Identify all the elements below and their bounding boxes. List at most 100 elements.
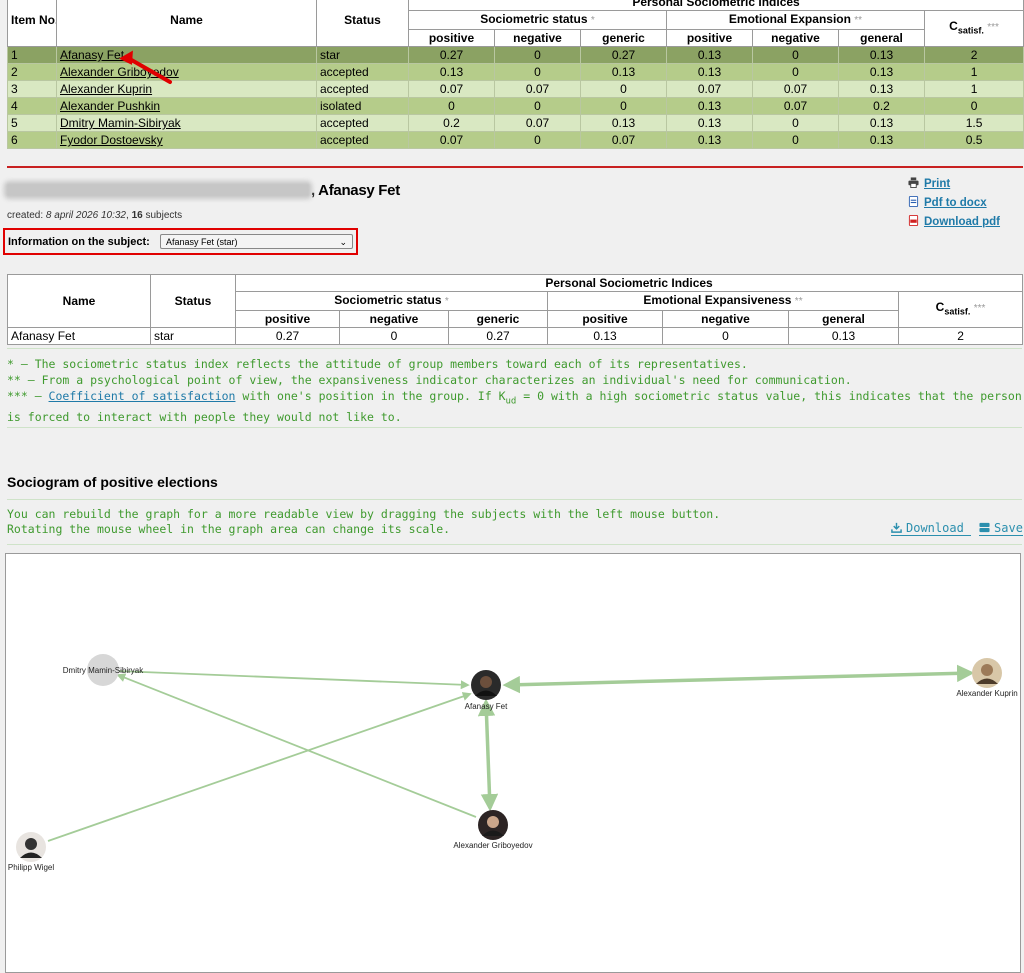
table-row[interactable]: 6 Fyodor Dostoevsky accepted 0.07 0 0.07 0.13 0… [7, 131, 1024, 149]
node-alexander-kuprin[interactable]: Alexander Kuprin [956, 658, 1018, 698]
download-graph-button[interactable]: Download [891, 521, 972, 536]
cell-value: 0.2 [838, 97, 925, 115]
cell-csat: 1 [923, 80, 1024, 98]
node-label: Dmitry Mamin-Sibiryak [63, 666, 144, 675]
cell-value: 0.27 [408, 46, 495, 64]
cell-value: 0 [408, 97, 495, 115]
save-graph-button[interactable]: Save [979, 521, 1023, 536]
cell-csat: 1 [923, 63, 1024, 81]
table-row[interactable]: 5 Dmitry Mamin-Sibiryak accepted 0.2 0.07 0.1… [7, 114, 1024, 132]
cell-name: Afanasy Fet [56, 46, 317, 64]
edge-wigel-to-fet [47, 692, 472, 842]
header-status: Status [316, 0, 409, 47]
divider [7, 544, 1022, 545]
cell-value: 0.13 [666, 63, 753, 81]
header-col: positive [408, 29, 495, 47]
created-info: created: 8 april 2026 10:32, 16 subjects [7, 210, 183, 221]
download-pdf-link[interactable]: Download pdf [908, 213, 1000, 232]
subj-header-emo: Emotional Expansiveness ** [547, 291, 899, 311]
cell-value: 0 [494, 97, 581, 115]
cell-name: Dmitry Mamin-Sibiryak [56, 114, 317, 132]
subject-select[interactable]: Afanasy Fet (star) ⌄ [160, 234, 353, 249]
cell-name: Alexander Kuprin [56, 80, 317, 98]
cell-value: 0.07 [580, 131, 667, 149]
cell-value: 0 [494, 46, 581, 64]
cell-value: 0.27 [580, 46, 667, 64]
cell-value: 0 [494, 63, 581, 81]
subject-link[interactable]: Dmitry Mamin-Sibiryak [60, 116, 181, 130]
cell-value: 0 [580, 80, 667, 98]
cell-item-no: 2 [7, 63, 57, 81]
cell-value: 0.13 [547, 327, 663, 345]
sociogram-graph[interactable]: Dmitry Mamin-Sibiryak Afanasy Fet Alexan… [5, 553, 1021, 973]
footnote-3: *** – Coefficient of satisfaction with o… [7, 389, 1022, 425]
node-afanasy-fet[interactable]: Afanasy Fet [465, 670, 508, 711]
cell-value: 0.13 [838, 114, 925, 132]
cell-csat: 2 [923, 46, 1024, 64]
cell-csat: 0 [923, 97, 1024, 115]
cell-name: Alexander Pushkin [56, 97, 317, 115]
subject-indices-table: Name Status Personal Sociometric Indices… [7, 274, 1024, 345]
pdf-icon [908, 215, 919, 226]
cell-status: accepted [316, 63, 409, 81]
edge-griboyedov-to-mamin [116, 673, 477, 818]
subject-link[interactable]: Fyodor Dostoevsky [60, 133, 163, 147]
cell-status: star [150, 327, 236, 345]
cell-status: accepted [316, 131, 409, 149]
cell-value: 0 [494, 131, 581, 149]
node-label: Afanasy Fet [465, 702, 508, 711]
subject-link[interactable]: Alexander Pushkin [60, 99, 160, 113]
header-csat: Csatisf. *** [923, 10, 1024, 47]
cell-value: 0 [752, 63, 839, 81]
header-col: general [838, 29, 925, 47]
cell-status: accepted [316, 114, 409, 132]
cell-value: 0.13 [838, 131, 925, 149]
header-col: negative [494, 29, 581, 47]
subject-link[interactable]: Afanasy Fet [60, 48, 124, 62]
header-name: Name [56, 0, 317, 47]
edge-fet-griboyedov [477, 698, 499, 812]
node-philipp-wigel[interactable]: Philipp Wigel [8, 832, 54, 872]
sociogram-hint: You can rebuild the graph for a more rea… [7, 507, 721, 536]
table-row[interactable]: 4 Alexander Pushkin isolated 0 0 0 0.13 0.07 0.2… [7, 97, 1024, 115]
cell-csat: 1.5 [923, 114, 1024, 132]
node-label: Alexander Kuprin [956, 689, 1017, 698]
cell-status: star [316, 46, 409, 64]
sociogram-title: Sociogram of positive elections [7, 474, 218, 490]
cell-csat: 0.5 [923, 131, 1024, 149]
cell-value: 0.13 [580, 63, 667, 81]
node-alexander-griboyedov[interactable]: Alexander Griboyedov [453, 810, 533, 850]
subj-header-col: generic [448, 310, 548, 328]
subj-header-col: general [788, 310, 899, 328]
cell-value: 0 [752, 131, 839, 149]
cell-value: 0.07 [494, 114, 581, 132]
subj-header-col: negative [662, 310, 789, 328]
subj-header-socio: Sociometric status * [235, 291, 548, 311]
cell-value: 0.2 [408, 114, 495, 132]
header-item-no: Item No. [7, 0, 57, 47]
section-divider [7, 166, 1023, 168]
header-socio: Sociometric status * [408, 10, 667, 30]
coefficient-of-satisfaction-link[interactable]: Coefficient of satisfaction [49, 389, 236, 403]
subj-header-group: Personal Sociometric Indices [234, 274, 1024, 292]
footnote-2: ** – From a psychological point of view,… [7, 373, 852, 387]
subject-label: Information on the subject: [8, 236, 150, 248]
cell-item-no: 1 [7, 46, 57, 64]
footnote-1: * – The sociometric status index reflect… [7, 357, 748, 371]
export-links: Print Pdf to docx Download pdf [908, 175, 1000, 232]
node-label: Alexander Griboyedov [453, 841, 532, 850]
header-group: Personal Sociometric Indices [407, 0, 1024, 11]
cell-value: 0.27 [448, 327, 548, 345]
cell-value: 0.27 [235, 327, 340, 345]
pdf-to-docx-link[interactable]: Pdf to docx [908, 194, 1000, 213]
cell-value: 0.13 [838, 46, 925, 64]
cell-value: 0.07 [494, 80, 581, 98]
header-col: negative [752, 29, 839, 47]
print-icon [908, 177, 919, 188]
sociogram-svg: Dmitry Mamin-Sibiryak Afanasy Fet Alexan… [8, 654, 1018, 872]
cell-value: 0 [662, 327, 789, 345]
print-link[interactable]: Print [908, 175, 1000, 194]
cell-status: accepted [316, 80, 409, 98]
download-icon [891, 522, 902, 533]
footnotes: * – The sociometric status index reflect… [7, 356, 1022, 425]
